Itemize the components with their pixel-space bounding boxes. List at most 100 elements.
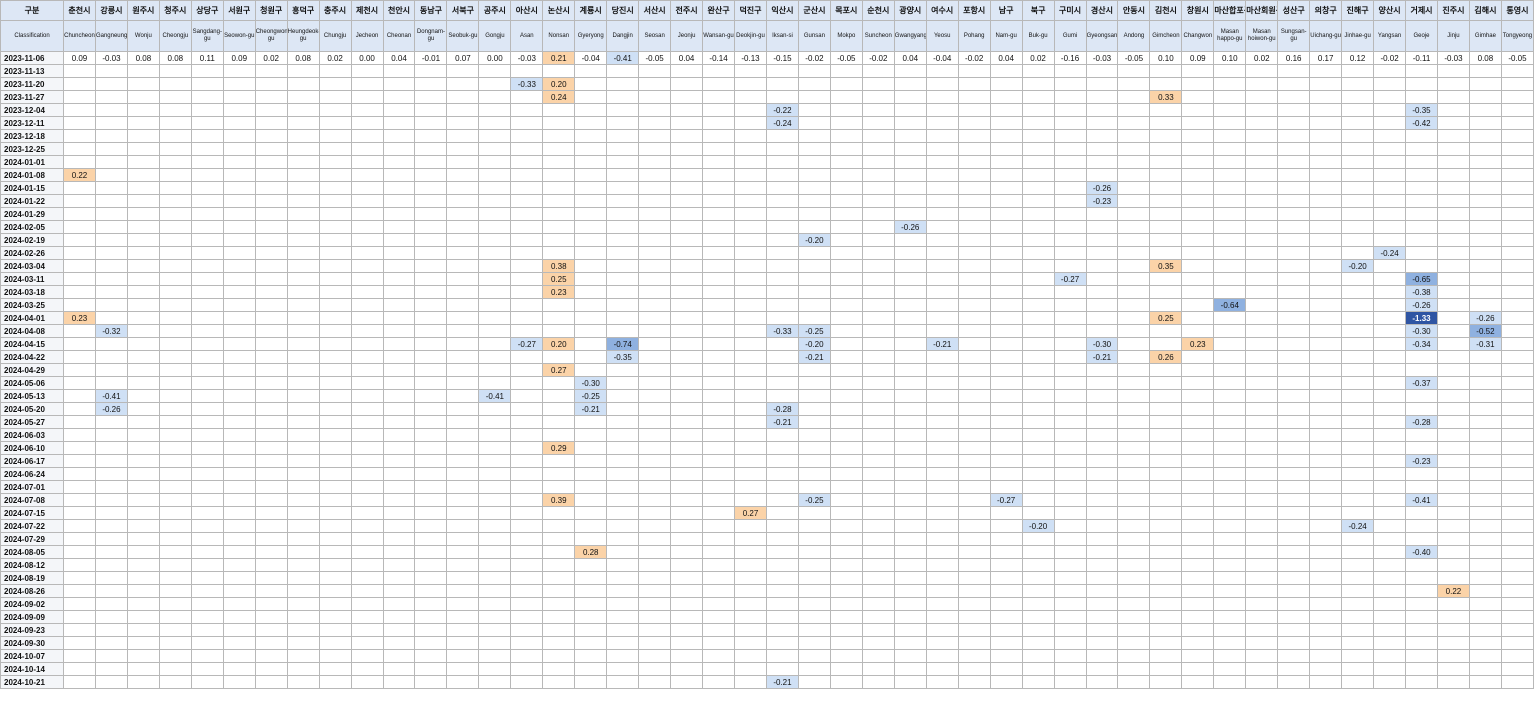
- table-cell: [1181, 103, 1215, 117]
- table-cell: [1117, 649, 1151, 663]
- table-cell: [510, 350, 544, 364]
- english-header-row: Classification Chuncheon Gangneung Wonju Che…: [0, 20, 1535, 52]
- table-cell: [510, 675, 544, 689]
- table-cell: [190, 233, 224, 247]
- table-cell: [989, 649, 1023, 663]
- table-cell: [126, 324, 160, 338]
- table-cell: [318, 662, 352, 676]
- table-cell: [414, 402, 448, 416]
- table-cell: [574, 454, 608, 468]
- table-cell: [158, 103, 192, 117]
- column-header-en: Chuncheon: [63, 20, 96, 52]
- table-cell: [765, 77, 799, 91]
- table-cell: [957, 103, 991, 117]
- table-cell: [286, 259, 320, 273]
- table-cell: [1149, 519, 1183, 533]
- table-cell: [893, 519, 927, 533]
- table-cell: [286, 103, 320, 117]
- table-cell: [190, 116, 224, 130]
- table-cell: [1117, 129, 1151, 143]
- table-cell: [1213, 155, 1247, 169]
- table-row: 2024-03-04 0.38 0.35 -0.20: [0, 259, 1535, 273]
- column-header-ko: 청원구: [254, 0, 288, 21]
- column-header-ko: 논산시: [542, 0, 576, 21]
- table-cell: [574, 480, 608, 494]
- table-cell: -0.21: [765, 675, 799, 689]
- table-cell: [1500, 519, 1535, 533]
- table-cell: [925, 467, 959, 481]
- row-date: 2024-05-06: [0, 376, 64, 390]
- table-cell: [1053, 662, 1087, 676]
- table-cell: [1373, 480, 1407, 494]
- table-cell: [222, 662, 256, 676]
- table-cell: [446, 376, 480, 390]
- table-cell: [382, 467, 416, 481]
- table-cell: [1117, 142, 1151, 156]
- table-cell: [94, 220, 128, 234]
- table-cell: [1053, 259, 1087, 273]
- table-cell: [1085, 506, 1119, 520]
- column-header-en: Dongnam-gu: [414, 20, 448, 52]
- table-cell: [893, 428, 927, 442]
- table-cell: -0.37: [1405, 376, 1438, 390]
- table-cell: [446, 220, 480, 234]
- table-cell: [1436, 662, 1470, 676]
- table-cell: [1277, 272, 1311, 286]
- table-cell: [734, 649, 767, 663]
- table-cell: [925, 64, 959, 78]
- table-cell: [734, 584, 767, 598]
- table-cell: [574, 506, 608, 520]
- table-row: 2024-06-24: [0, 467, 1535, 481]
- table-cell: [1085, 324, 1119, 338]
- table-cell: [1213, 493, 1247, 507]
- table-cell: [1117, 610, 1151, 624]
- table-cell: [286, 402, 320, 416]
- table-cell: [989, 350, 1023, 364]
- table-cell: [478, 129, 512, 143]
- table-cell: [734, 168, 767, 182]
- table-cell: [94, 454, 128, 468]
- table-cell: [446, 233, 480, 247]
- table-cell: [382, 675, 416, 689]
- table-cell: [318, 480, 352, 494]
- table-cell: [702, 220, 736, 234]
- classification-header-en: Classification: [0, 20, 64, 52]
- table-cell: [861, 571, 895, 585]
- table-cell: [1085, 246, 1119, 260]
- table-cell: [1341, 324, 1375, 338]
- table-cell: [1500, 558, 1535, 572]
- table-cell: [1373, 103, 1407, 117]
- table-cell: [1341, 597, 1375, 611]
- table-cell: [1021, 454, 1055, 468]
- table-cell: [1277, 116, 1311, 130]
- table-cell: [1245, 337, 1279, 351]
- row-date: 2024-04-29: [0, 363, 64, 377]
- table-cell: [254, 597, 288, 611]
- table-cell: [350, 571, 384, 585]
- table-cell: [861, 597, 895, 611]
- table-cell: [1085, 441, 1119, 455]
- table-cell: [542, 519, 576, 533]
- table-cell: [1468, 259, 1502, 273]
- table-cell: [1309, 220, 1343, 234]
- table-cell: [478, 623, 512, 637]
- table-cell: [1468, 584, 1502, 598]
- table-cell: [1341, 623, 1375, 637]
- table-cell: [765, 506, 799, 520]
- table-cell: [829, 545, 863, 559]
- table-cell: [606, 363, 640, 377]
- table-cell: [446, 584, 480, 598]
- table-cell: [1405, 194, 1438, 208]
- table-cell: [478, 337, 512, 351]
- table-cell: [318, 324, 352, 338]
- table-cell: [989, 428, 1023, 442]
- table-cell: [1373, 272, 1407, 286]
- table-cell: [1277, 168, 1311, 182]
- table-cell: [1213, 506, 1247, 520]
- table-cell: [510, 116, 544, 130]
- table-cell: [414, 454, 448, 468]
- table-cell: [158, 207, 192, 221]
- table-cell: [318, 220, 352, 234]
- table-cell: [126, 675, 160, 689]
- column-header-en: Jeonju: [670, 20, 704, 52]
